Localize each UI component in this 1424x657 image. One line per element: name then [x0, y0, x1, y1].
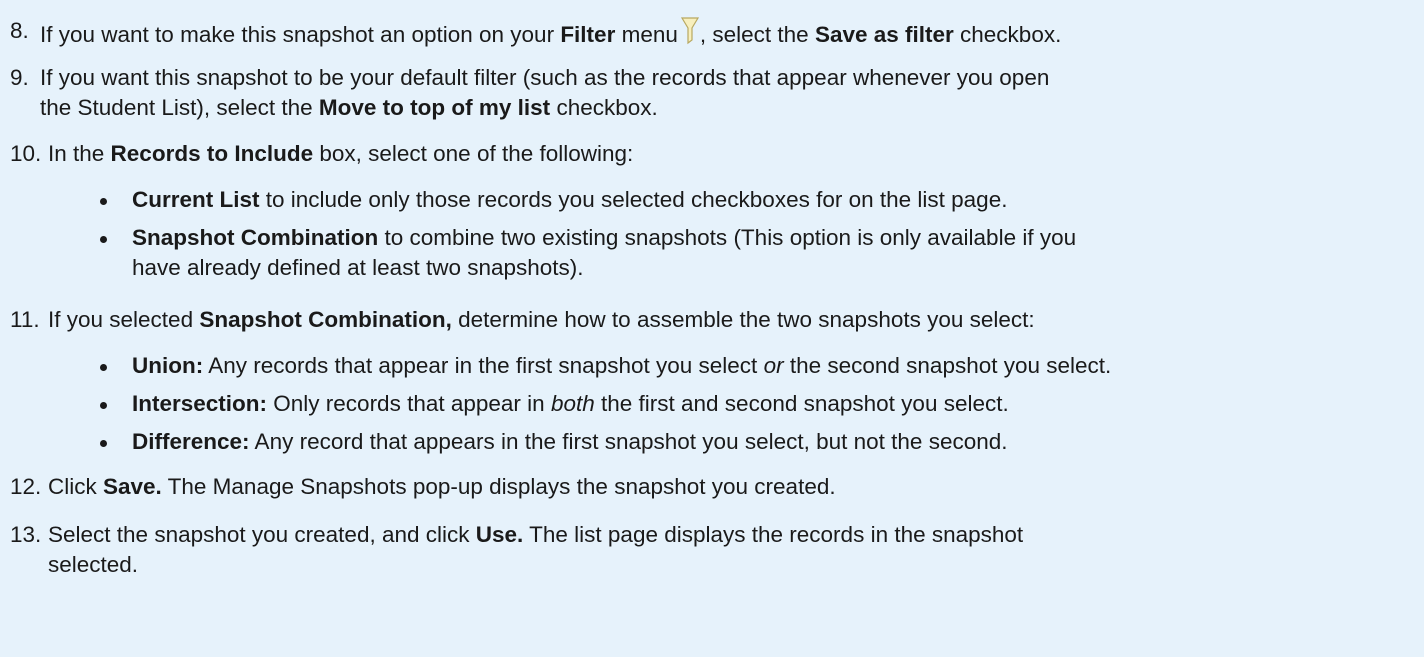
step-number: 9.: [10, 65, 29, 90]
text-run: checkbox.: [953, 22, 1062, 47]
filter-funnel-icon: [680, 16, 700, 46]
ui-term-snapshot-combination: Snapshot Combination: [132, 225, 379, 250]
bullet-dot: [100, 440, 107, 447]
step-text: If you want this snapshot to be your def…: [40, 63, 1410, 123]
bullet-text: Union: Any records that appear in the fi…: [132, 351, 1424, 381]
ui-term-current-list: Current List: [132, 187, 260, 212]
text-line: the Student List), select the Move to to…: [40, 93, 1410, 123]
text-run: the Student List), select the: [40, 95, 319, 120]
text-run: have already defined at least two snapsh…: [132, 255, 584, 280]
bullet-dot: [100, 364, 107, 371]
text-run: If you selected: [48, 307, 200, 332]
text-run: box, select one of the following:: [313, 141, 634, 166]
ui-term-union: Union:: [132, 353, 204, 378]
ui-term-snapshot-combination: Snapshot Combination,: [199, 307, 452, 332]
step-number: 10.: [10, 141, 42, 166]
step-text: Click Save. The Manage Snapshots pop-up …: [48, 472, 1410, 502]
text-run: menu: [615, 22, 678, 47]
text-run: , select the: [699, 22, 815, 47]
text-line: Snapshot Combination to combine two exis…: [132, 223, 1424, 253]
ui-term-save-as-filter: Save as filter: [814, 22, 954, 47]
step-number: 12.: [10, 474, 42, 499]
text-run: the first and second snapshot you select…: [594, 391, 1009, 416]
step-number: 8.: [10, 18, 29, 43]
step-number: 13.: [10, 522, 42, 547]
step-text: If you selected Snapshot Combination, de…: [48, 305, 1410, 335]
bullet-text: Snapshot Combination to combine two exis…: [132, 223, 1424, 283]
bullet-text: Current List to include only those recor…: [132, 185, 1424, 215]
emphasis: both: [550, 391, 595, 416]
text-line: Select the snapshot you created, and cli…: [48, 520, 1410, 550]
text-run: The Manage Snapshots pop-up displays the…: [161, 474, 836, 499]
text-line: If you want this snapshot to be your def…: [40, 63, 1410, 93]
text-run: checkbox.: [550, 95, 658, 120]
step-text: If you want to make this snapshot an opt…: [40, 16, 1410, 50]
help-document: 8. If you want to make this snapshot an …: [0, 0, 1424, 657]
step-text: In the Records to Include box, select on…: [48, 139, 1410, 169]
bullet-dot: [100, 198, 107, 205]
text-run: The list page displays the records in th…: [523, 522, 1024, 547]
step-number: 11.: [10, 307, 40, 332]
text-run: to include only those records you select…: [259, 187, 1008, 212]
bullet-dot: [100, 402, 107, 409]
text-run: selected.: [48, 552, 139, 577]
ui-term-records-to-include: Records to Include: [110, 141, 314, 166]
ui-term-filter: Filter: [560, 22, 616, 47]
bullet-dot: [100, 236, 107, 243]
ui-term-difference: Difference:: [132, 429, 250, 454]
bullet-text: Difference: Any record that appears in t…: [132, 427, 1424, 457]
text-run: Any record that appears in the first sna…: [249, 429, 1008, 454]
emphasis: or: [763, 353, 784, 378]
text-run: If you want this snapshot to be your def…: [40, 65, 1050, 90]
text-run: Click: [48, 474, 103, 499]
text-run: to combine two existing snapshots (This …: [378, 225, 1077, 250]
step-text: Select the snapshot you created, and cli…: [48, 520, 1410, 580]
text-line: have already defined at least two snapsh…: [132, 253, 1424, 283]
text-line: selected.: [48, 550, 1410, 580]
text-run: the second snapshot you select.: [783, 353, 1112, 378]
text-run: In the: [48, 141, 111, 166]
ui-term-save: Save.: [103, 474, 162, 499]
text-run: Only records that appear in: [267, 391, 551, 416]
ui-term-use: Use.: [475, 522, 524, 547]
text-run: Any records that appear in the first sna…: [203, 353, 764, 378]
ui-term-move-to-top: Move to top of my list: [318, 95, 551, 120]
bullet-text: Intersection: Only records that appear i…: [132, 389, 1424, 419]
text-run: If you want to make this snapshot an opt…: [40, 22, 561, 47]
text-run: determine how to assemble the two snapsh…: [451, 307, 1035, 332]
text-run: Select the snapshot you created, and cli…: [48, 522, 476, 547]
ui-term-intersection: Intersection:: [132, 391, 268, 416]
